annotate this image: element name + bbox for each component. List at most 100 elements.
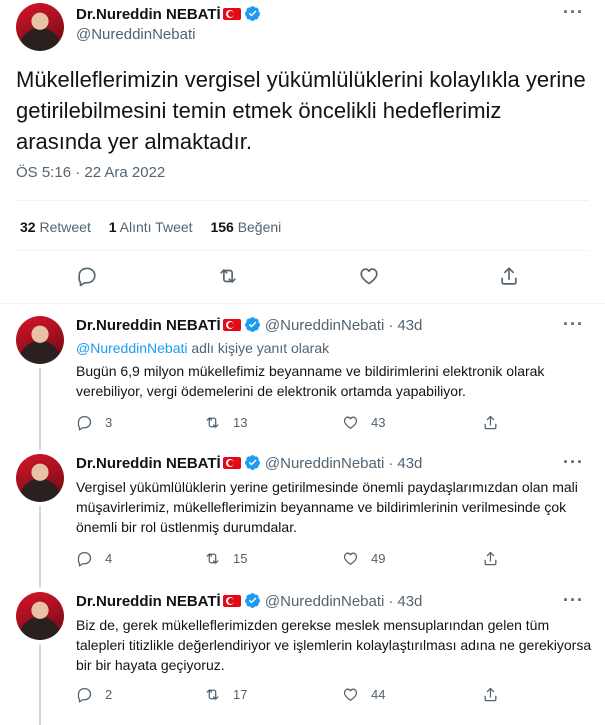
heart-icon[interactable] — [358, 265, 380, 287]
like-count: 43 — [371, 415, 386, 430]
tweet-text: Biz de, gerek mükelleflerimizden gerekse… — [76, 617, 592, 673]
heart-icon — [342, 414, 359, 431]
reply-count: 4 — [105, 551, 113, 566]
tweet-age[interactable]: 43d — [397, 317, 422, 334]
thread-connector — [39, 644, 41, 725]
reply-icon[interactable] — [76, 265, 98, 287]
thread-connector — [39, 580, 41, 588]
main-author-line: Dr.Nureddin NEBATİ — [76, 5, 261, 24]
separator-dot: · — [388, 317, 394, 334]
like-count: 44 — [371, 687, 386, 702]
share-button[interactable] — [482, 550, 511, 567]
share-icon — [482, 550, 499, 567]
tweet-stats: 32 Retweet 1 Alıntı Tweet 156 Beğeni — [20, 219, 295, 235]
more-options-button[interactable]: ··· — [563, 452, 584, 473]
retweet-button[interactable]: 13 — [204, 414, 247, 431]
heart-icon — [342, 686, 359, 703]
separator-dot: · — [388, 455, 394, 472]
verified-badge-icon — [244, 316, 261, 333]
tweet-age[interactable]: 43d — [397, 593, 422, 610]
more-options-button[interactable]: ··· — [563, 590, 584, 611]
tweet-action-bar: 4 15 49 — [76, 550, 586, 570]
like-count: 49 — [371, 551, 386, 566]
tweet-text: Mükelleflerimizin vergisel yükümlülükler… — [16, 67, 586, 154]
author-name[interactable]: Dr.Nureddin NEBATİ — [76, 455, 221, 472]
reply-button[interactable]: 4 — [76, 550, 112, 567]
retweet-button[interactable]: 15 — [204, 550, 247, 567]
like-button[interactable]: 43 — [342, 414, 385, 431]
share-icon — [482, 686, 499, 703]
turkey-flag-icon — [222, 8, 241, 20]
like-button[interactable]: 44 — [342, 686, 385, 703]
retweet-count: 32 — [20, 219, 36, 235]
retweet-count: 15 — [233, 551, 248, 566]
quote-stat[interactable]: 1 Alıntı Tweet — [109, 219, 193, 235]
reply-icon — [76, 414, 93, 431]
tweet-header: Dr.Nureddin NEBATİ @NureddinNebati · 43d — [76, 454, 422, 472]
reply-to-suffix: adlı kişiye yanıt olarak — [187, 340, 330, 356]
retweet-icon[interactable] — [217, 265, 239, 287]
author-avatar[interactable] — [16, 3, 64, 51]
reply-context: @NureddinNebati adlı kişiye yanıt olarak — [76, 340, 329, 356]
separator-dot: · — [388, 593, 394, 610]
reply-button[interactable]: 3 — [76, 414, 112, 431]
main-action-bar — [0, 265, 605, 289]
author-handle[interactable]: @NureddinNebati — [265, 455, 384, 472]
verified-badge-icon — [244, 5, 261, 22]
retweet-count: 17 — [233, 687, 248, 702]
thread-connector — [39, 506, 41, 580]
like-count: 156 — [210, 219, 234, 235]
tweet-timestamp[interactable]: ÖS 5:16 · 22 Ara 2022 — [16, 164, 165, 181]
tweet-action-bar: 2 17 44 — [76, 686, 586, 706]
retweet-button[interactable]: 17 — [204, 686, 247, 703]
retweet-icon — [204, 550, 221, 567]
turkey-flag-icon — [222, 457, 241, 469]
reply-icon — [76, 686, 93, 703]
tweet-text: Bugün 6,9 milyon mükellefimiz beyanname … — [76, 363, 545, 399]
quote-count: 1 — [108, 219, 117, 235]
author-avatar[interactable] — [16, 454, 64, 502]
more-options-button[interactable]: ··· — [563, 314, 584, 335]
thread-tweet[interactable]: Dr.Nureddin NEBATİ @NureddinNebati · 43d ·… — [0, 442, 605, 580]
thread-connector — [39, 442, 41, 450]
thread-connector — [39, 368, 41, 442]
verified-badge-icon — [244, 454, 261, 471]
retweet-icon — [204, 414, 221, 431]
turkey-flag-icon — [222, 319, 241, 331]
heart-icon — [342, 550, 359, 567]
tweet-text: Vergisel yükümlülüklerin yerine getirilm… — [76, 479, 578, 535]
retweet-stat-label: Retweet — [39, 219, 91, 235]
retweet-stat[interactable]: 32 Retweet — [20, 219, 91, 235]
reply-count: 2 — [105, 687, 113, 702]
author-name[interactable]: Dr.Nureddin NEBATİ — [76, 6, 221, 23]
reply-count: 3 — [105, 415, 113, 430]
reply-button[interactable]: 2 — [76, 686, 112, 703]
reply-to-link[interactable]: @NureddinNebati — [76, 340, 188, 356]
reply-icon — [76, 550, 93, 567]
tweet-age[interactable]: 43d — [397, 455, 422, 472]
like-stat[interactable]: 156 Beğeni — [210, 219, 281, 235]
author-handle[interactable]: @NureddinNebati — [265, 317, 384, 334]
turkey-flag-icon — [222, 595, 241, 607]
main-tweet: Dr.Nureddin NEBATİ @NureddinNebati ··· M… — [0, 0, 605, 303]
like-button[interactable]: 49 — [342, 550, 385, 567]
more-options-button[interactable]: ··· — [563, 2, 584, 23]
author-name[interactable]: Dr.Nureddin NEBATİ — [76, 317, 221, 334]
tweet-header: Dr.Nureddin NEBATİ @NureddinNebati · 43d — [76, 316, 422, 334]
retweet-count: 13 — [233, 415, 248, 430]
share-icon[interactable] — [498, 265, 520, 287]
tweet-action-bar: 3 13 43 — [76, 414, 586, 434]
thread-tweet[interactable]: Dr.Nureddin NEBATİ @NureddinNebati · 43d ·… — [0, 304, 605, 442]
share-icon — [482, 414, 499, 431]
divider — [16, 200, 589, 201]
verified-badge-icon — [244, 592, 261, 609]
author-handle[interactable]: @NureddinNebati — [76, 26, 195, 43]
author-avatar[interactable] — [16, 592, 64, 640]
author-avatar[interactable] — [16, 316, 64, 364]
author-name[interactable]: Dr.Nureddin NEBATİ — [76, 593, 221, 610]
thread-tweet[interactable]: Dr.Nureddin NEBATİ @NureddinNebati · 43d ·… — [0, 580, 605, 725]
share-button[interactable] — [482, 686, 511, 703]
quote-stat-label: Alıntı Tweet — [119, 219, 193, 235]
author-handle[interactable]: @NureddinNebati — [265, 593, 384, 610]
share-button[interactable] — [482, 414, 511, 431]
